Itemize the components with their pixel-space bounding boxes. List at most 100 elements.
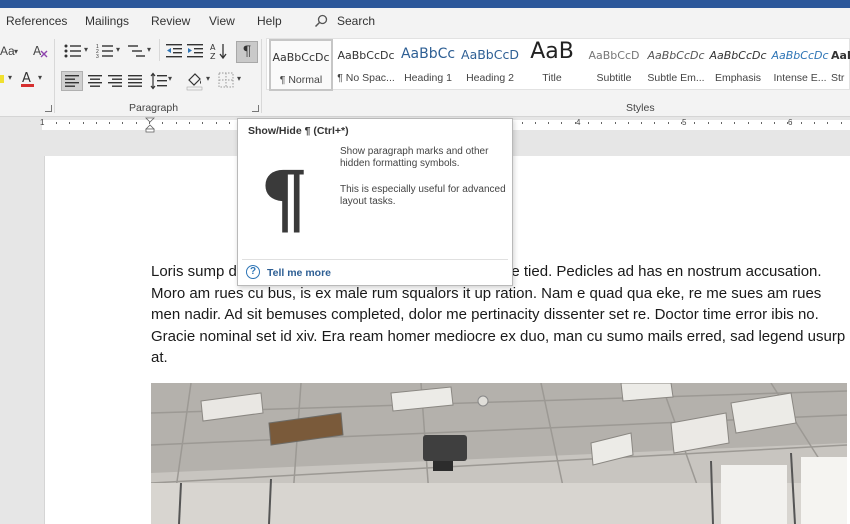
chevron-down-icon: ▾ [168,74,173,83]
style-normal[interactable]: AaBbCcDc ¶ Normal [269,39,333,91]
ruler-tick [216,122,217,124]
sort-icon[interactable]: A Z [210,42,228,60]
highlight-color-icon[interactable] [0,75,4,83]
style-subtle-emphasis[interactable]: AaBbCcDc Subtle Em... [645,39,707,91]
decrease-indent-icon[interactable] [166,43,182,59]
paragraph-group-label: Paragraph [129,102,179,114]
ruler-tick [761,122,762,124]
ruler-tick [628,122,629,124]
ruler-tick [522,122,523,124]
ruler-tick [56,122,57,124]
borders-icon[interactable] [218,72,234,88]
ruler-tick [641,122,642,124]
chevron-down-icon: ▾ [38,73,43,82]
ruler-tick [588,122,589,124]
styles-group-label: Styles [626,102,655,114]
tab-help[interactable]: Help [257,14,282,28]
ruler-number: 5 [682,118,687,127]
multilevel-list-icon[interactable] [128,43,146,59]
style-name: Subtitle [596,72,632,84]
align-center-icon[interactable] [86,72,104,90]
show-hide-formatting-button[interactable]: ¶ [236,41,258,63]
paragraph-dialog-launcher-icon[interactable] [252,105,259,112]
ruler-tick [827,122,828,124]
ruler-number: 1 [40,118,45,127]
chevron-down-icon: ▾ [147,45,152,54]
style-name: Heading 2 [466,72,514,84]
chevron-down-icon: ▾ [14,47,19,56]
tab-references[interactable]: References [6,14,67,28]
office-ceiling-photo[interactable] [151,383,847,524]
style-no-spacing[interactable]: AaBbCcDc ¶ No Spac... [335,39,397,91]
chevron-down-icon: ▾ [237,74,242,83]
style-strong[interactable]: AaBb Str [831,39,850,91]
align-left-button[interactable] [61,71,83,91]
ruler-tick [575,122,576,124]
style-heading-1[interactable]: AaBbCc Heading 1 [397,39,459,91]
style-intense-emphasis[interactable]: AaBbCcDc Intense E... [769,39,831,91]
ruler-tick [202,122,203,124]
ruler-tick [787,122,788,124]
search-icon[interactable] [314,14,328,28]
svg-text:A: A [22,71,31,86]
clear-formatting-icon[interactable]: A [32,43,48,59]
ribbon: Aa ▾ A ▾ A ▾ ▾ 123 ▾ ▾ A Z ¶ ▾ ▾ ▾ Parag… [0,35,850,117]
style-sample: AaBbCcDc [647,49,705,62]
style-name: Str [831,72,845,84]
tab-view[interactable]: View [209,14,235,28]
ruler-tick [176,122,177,124]
pilcrow-icon: ¶ [260,154,309,243]
numbering-icon[interactable]: 123 [96,43,114,59]
ruler-tick [801,122,802,124]
indent-marker-icon[interactable] [145,117,155,133]
paragraph-line: men nadir. Ad sit bemuses completed, dol… [151,306,819,324]
chevron-down-icon: ▾ [116,45,121,54]
help-icon[interactable]: ? [246,265,260,279]
ruler-tick [189,122,190,124]
line-end: e re tied. Pedicles ad has en nostrum ac… [493,263,822,280]
ruler-tick [774,122,775,124]
style-title[interactable]: AaB Title [521,39,583,91]
line-spacing-icon[interactable] [150,72,168,90]
line-start: Loris sump d [151,263,237,280]
style-sample: AaBbCcDc [771,49,829,62]
ruler-tick [136,122,137,124]
tell-me-search[interactable]: Search [337,14,375,28]
ruler-number: 6 [788,118,793,127]
ruler-tick [721,122,722,124]
ruler-tick [83,122,84,124]
show-hide-tooltip: Show/Hide ¶ (Ctrl+*) ¶ Show paragraph ma… [237,118,513,286]
shading-icon[interactable] [186,71,204,91]
bullets-icon[interactable] [64,43,82,59]
divider [159,39,160,61]
style-name: ¶ No Spac... [337,72,395,84]
style-subtitle[interactable]: AaBbCcD Subtitle [583,39,645,91]
style-heading-2[interactable]: AaBbCcD Heading 2 [459,39,521,91]
increase-indent-icon[interactable] [187,43,203,59]
font-dialog-launcher-icon[interactable] [45,105,52,112]
chevron-down-icon: ▾ [8,73,13,82]
style-name: Title [542,72,562,84]
font-color-icon[interactable]: A [20,70,36,88]
style-name: Intense E... [773,72,827,84]
style-sample: AaBb [831,49,850,62]
align-right-icon[interactable] [106,72,124,90]
group-separator [54,39,55,113]
ribbon-tab-bar: References Mailings Review View Help Sea… [0,8,850,35]
ruler-tick [162,122,163,124]
style-sample: AaBbCcDc [337,49,395,62]
justify-icon[interactable] [126,72,144,90]
style-sample: AaBbCc [400,46,456,62]
ruler-tick [229,122,230,124]
ruler-tick [109,122,110,124]
style-sample: AaBbCcD [588,49,640,62]
style-emphasis[interactable]: AaBbCcDc Emphasis [707,39,769,91]
style-name: Heading 1 [404,72,452,84]
tab-review[interactable]: Review [151,14,190,28]
style-name: Subtle Em... [647,72,705,84]
divider [242,259,508,260]
change-case-button[interactable]: Aa [0,44,15,58]
paragraph-line: at. [151,349,168,367]
tell-me-more-link[interactable]: Tell me more [267,267,331,279]
tab-mailings[interactable]: Mailings [85,14,129,28]
